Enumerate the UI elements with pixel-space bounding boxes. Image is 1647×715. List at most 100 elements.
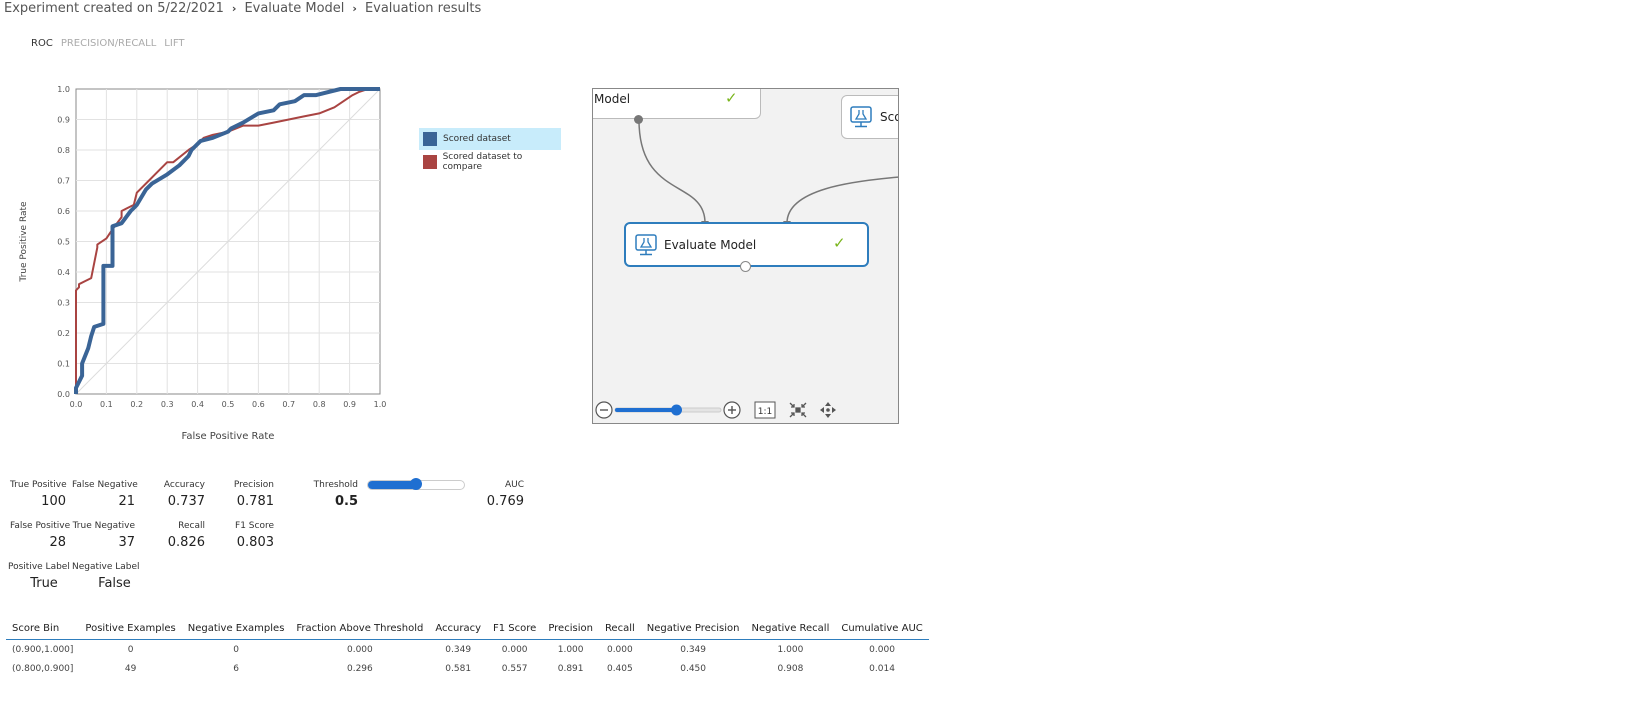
table-row: (0.900,1.000] 0 0 0.000 0.349 0.000 1.000 0.000… xyxy=(6,640,929,660)
x-axis-label: False Positive Rate xyxy=(182,431,275,442)
y-tick-label: 0.7 xyxy=(57,177,70,186)
table-cell: 0 xyxy=(233,644,239,655)
roc-chart: 0.0 0.1 0.2 0.3 0.4 0.5 0.6 0.7 0.8 0.9 1.0 0.0 0.1 0… xyxy=(19,85,387,442)
node-label: Sco xyxy=(880,110,898,124)
legend-swatch xyxy=(423,132,437,146)
metric-auc: AUC 0.769 xyxy=(480,480,524,509)
x-tick-label: 0.2 xyxy=(130,400,143,409)
check-icon: ✓ xyxy=(833,234,846,252)
table-cell: 0.000 xyxy=(501,644,528,655)
x-tick-label: 0.8 xyxy=(313,400,326,409)
metric-f1-score: F1 Score 0.803 xyxy=(228,521,274,550)
fit-to-screen-icon[interactable] xyxy=(789,402,807,418)
metric-true-negative: True Negative 37 xyxy=(72,521,135,550)
y-tick-label: 0.4 xyxy=(57,268,70,277)
y-tick-label: 0.8 xyxy=(57,146,70,155)
metric-label: False Positive xyxy=(10,521,71,531)
column-header[interactable]: Accuracy xyxy=(429,619,487,640)
metric-label: F1 Score xyxy=(235,521,274,531)
legend-item-scored-dataset[interactable]: Scored dataset xyxy=(419,128,561,150)
y-tick-label: 0.6 xyxy=(57,207,70,216)
metric-label: True Negative xyxy=(72,521,135,531)
threshold-slider-fill xyxy=(368,481,416,489)
table-cell: 0.000 xyxy=(346,644,373,655)
legend-swatch xyxy=(423,155,437,169)
flask-monitor-icon xyxy=(635,234,657,256)
metric-value: 100 xyxy=(41,494,66,509)
output-port[interactable] xyxy=(740,261,751,272)
metric-negative-label: Negative Label False xyxy=(72,562,140,591)
column-header[interactable]: Negative Precision xyxy=(640,619,746,640)
table-cell: (0.900,1.000] xyxy=(12,644,74,655)
y-tick-label: 0.9 xyxy=(57,116,70,125)
legend-label: Scored dataset xyxy=(443,134,511,144)
flask-monitor-icon xyxy=(850,106,872,128)
table-cell: 0.450 xyxy=(680,663,706,674)
y-tick-label: 0.1 xyxy=(57,360,70,369)
metric-value: 0.826 xyxy=(167,535,205,550)
table-cell: 0.296 xyxy=(346,663,373,674)
table-header-row: Score Bin Positive Examples Negative Examp… xyxy=(6,619,929,640)
y-tick-label: 0.2 xyxy=(57,329,70,338)
score-bin-table: Score Bin Positive Examples Negative Examp… xyxy=(6,619,929,678)
legend-item-scored-dataset-compare[interactable]: Scored dataset to compare xyxy=(419,151,561,173)
x-tick-label: 0.1 xyxy=(100,400,113,409)
y-axis-label: True Positive Rate xyxy=(19,201,29,283)
table-cell: 0.000 xyxy=(869,644,895,655)
table-cell: 0 xyxy=(127,644,134,655)
zoom-toolbar: 1:1 xyxy=(593,399,898,423)
table-cell: 49 xyxy=(124,663,137,674)
metric-true-positive: True Positive 100 xyxy=(10,480,67,509)
metric-value: 0.769 xyxy=(486,494,524,509)
zoom-controls: 1:1 xyxy=(595,401,836,419)
column-header[interactable]: F1 Score xyxy=(487,619,543,640)
threshold-slider[interactable] xyxy=(367,478,465,490)
metric-accuracy: Accuracy 0.737 xyxy=(160,480,205,509)
experiment-canvas[interactable]: Model ✓ Sco Evaluate Model ✓ xyxy=(592,88,899,424)
metric-label: Negative Label xyxy=(72,562,140,572)
metric-label: Precision xyxy=(233,480,274,490)
x-tick-label: 0.5 xyxy=(222,400,235,409)
x-tick-label: 0.4 xyxy=(191,400,204,409)
threshold-slider-knob[interactable] xyxy=(410,478,422,490)
table-cell: 1.000 xyxy=(777,644,804,655)
metric-label: Recall xyxy=(178,521,205,531)
table-cell: 6 xyxy=(233,663,239,674)
column-header[interactable]: Negative Recall xyxy=(745,619,836,640)
y-tick-label: 0.0 xyxy=(57,390,70,399)
metric-label: Accuracy xyxy=(163,480,205,490)
output-port[interactable] xyxy=(634,115,643,124)
pan-icon[interactable] xyxy=(820,402,836,418)
metric-recall: Recall 0.826 xyxy=(160,521,205,550)
check-icon: ✓ xyxy=(725,89,738,107)
table-row: (0.800,0.900] 49 6 0.296 0.581 0.557 0.891 0.40… xyxy=(6,659,929,678)
metric-value: 28 xyxy=(49,535,66,550)
metric-precision: Precision 0.781 xyxy=(228,480,274,509)
actual-size-label: 1:1 xyxy=(758,407,772,417)
column-header[interactable]: Score Bin xyxy=(6,619,80,640)
metric-label: Positive Label xyxy=(8,562,70,572)
column-header[interactable]: Precision xyxy=(542,619,599,640)
metric-value: 37 xyxy=(118,535,135,550)
table-cell: 0.908 xyxy=(777,663,804,674)
trained-model-node[interactable]: Model ✓ xyxy=(593,89,761,119)
table-cell: 0.557 xyxy=(501,663,528,674)
zoom-in-icon[interactable] xyxy=(723,401,741,419)
x-tick-label: 1.0 xyxy=(374,400,387,409)
table-cell: 1.000 xyxy=(557,644,584,655)
x-tick-label: 0.3 xyxy=(161,400,174,409)
column-header[interactable]: Recall xyxy=(598,619,641,640)
zoom-out-icon[interactable] xyxy=(595,401,613,419)
column-header[interactable]: Cumulative AUC xyxy=(835,619,929,640)
x-tick-label: 0.0 xyxy=(70,400,83,409)
column-header[interactable]: Negative Examples xyxy=(181,619,291,640)
metric-threshold: Threshold 0.5 xyxy=(312,480,358,509)
chart-legend: Scored dataset Scored dataset to compare xyxy=(419,128,561,174)
metric-value: 0.803 xyxy=(236,535,274,550)
score-model-node[interactable]: Sco xyxy=(841,95,898,139)
table-cell: (0.800,0.900] xyxy=(12,663,74,674)
column-header[interactable]: Positive Examples xyxy=(79,619,182,640)
column-header[interactable]: Fraction Above Threshold xyxy=(290,619,430,640)
metric-value: 0.5 xyxy=(334,494,358,509)
zoom-slider-knob[interactable] xyxy=(671,404,682,416)
